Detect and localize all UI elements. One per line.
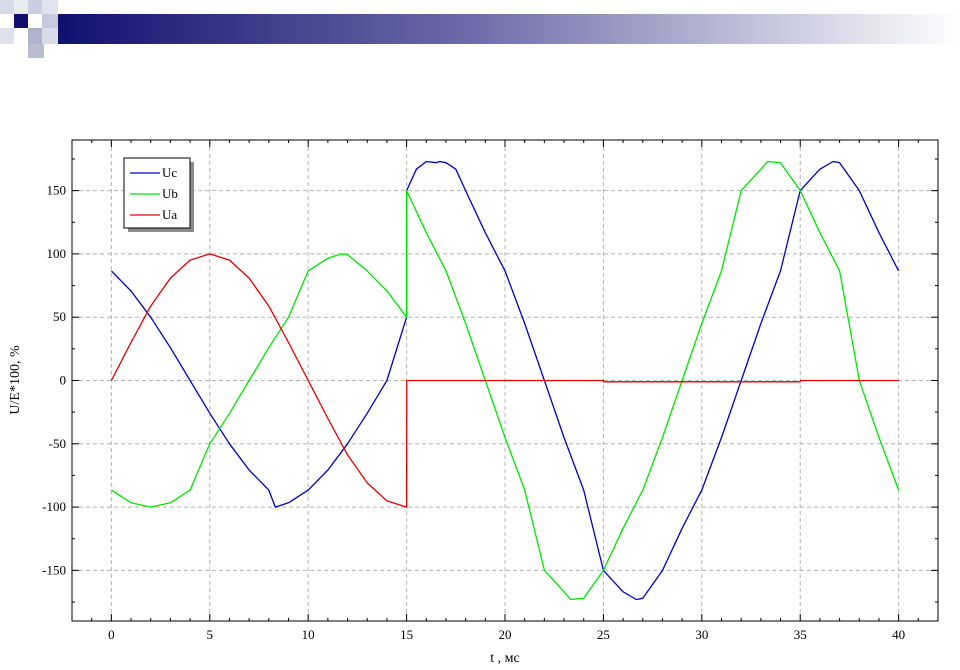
y-tick-label: 50	[53, 309, 66, 324]
legend-label-uc: Uc	[162, 165, 177, 180]
x-tick-label: 5	[207, 627, 214, 642]
y-tick-label: -150	[42, 562, 66, 577]
y-tick-label: 100	[47, 246, 67, 261]
legend-box	[123, 157, 191, 229]
y-axis-label: U/E*100, %	[8, 345, 23, 415]
x-tick-label: 20	[499, 627, 512, 642]
legend: Uc Ub Ua	[123, 157, 194, 232]
x-axis-label: t , мс	[490, 651, 519, 666]
x-tick-label: 10	[302, 627, 315, 642]
x-tick-label: 30	[695, 627, 708, 642]
x-tick-label: 40	[892, 627, 905, 642]
x-tick-label: 0	[108, 627, 115, 642]
y-tick-label: -100	[42, 499, 66, 514]
legend-label-ub: Ub	[162, 186, 178, 201]
x-tick-label: 15	[400, 627, 413, 642]
y-tick-label: 150	[47, 183, 67, 198]
y-tick-label: -50	[49, 436, 66, 451]
y-tick-label: 0	[60, 373, 67, 388]
x-tick-label: 35	[794, 627, 807, 642]
line-chart: 0 5 10 15 20 25 30 35 40-150-100-50050100150 UcU…	[8, 139, 939, 666]
legend-label-ua: Ua	[162, 207, 177, 222]
x-tick-label: 25	[597, 627, 610, 642]
